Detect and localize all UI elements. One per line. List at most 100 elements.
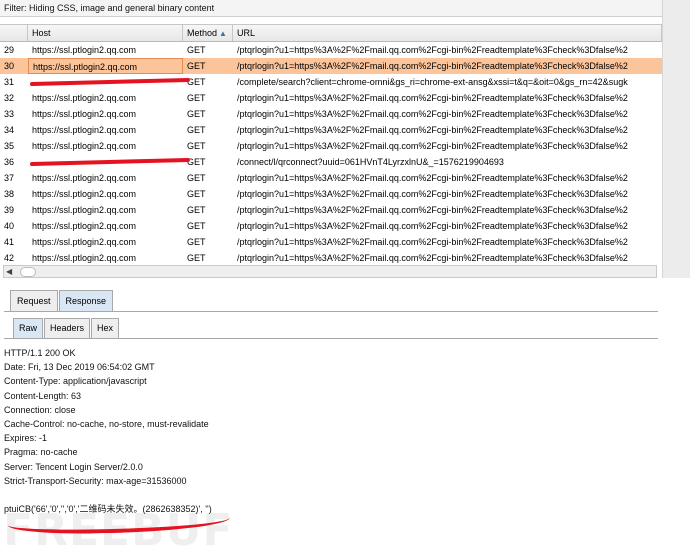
response-header-line: Cache-Control: no-cache, no-store, must-… (4, 418, 209, 429)
row-method: GET (187, 93, 206, 103)
row-host: https://ssl.ptlogin2.qq.com (32, 45, 137, 55)
row-method: GET (187, 157, 206, 167)
row-number: 29 (4, 45, 15, 55)
row-method: GET (187, 173, 206, 183)
response-header-line: Pragma: no-cache (4, 447, 78, 458)
row-host: https://ssl.ptlogin2.qq.com (32, 189, 137, 199)
row-method: GET (187, 237, 206, 247)
tab-request[interactable]: Request (10, 290, 58, 312)
row-url: /ptqrlogin?u1=https%3A%2F%2Fmail.qq.com%… (237, 93, 628, 103)
row-method: GET (187, 189, 206, 199)
response-header-line: HTTP/1.1 200 OK (4, 348, 76, 358)
row-number: 38 (4, 189, 15, 199)
row-method: GET (187, 141, 206, 151)
response-header-line: Strict-Transport-Security: max-age=31536… (4, 475, 187, 486)
table-row[interactable]: 42 https://ssl.ptlogin2.qq.com GET/ptqrlog… (0, 250, 662, 266)
filter-text: Filter: Hiding CSS, image and general bi… (4, 3, 215, 13)
row-method: GET (187, 45, 206, 55)
row-number: 40 (4, 221, 15, 231)
row-host: https://ssl.ptlogin2.qq.com (32, 221, 137, 231)
table-row[interactable]: 34 https://ssl.ptlogin2.qq.com GET/ptqrlog… (0, 122, 662, 138)
tab-hex[interactable]: Hex (91, 318, 120, 338)
sort-ascending-icon: ▲ (219, 29, 227, 38)
row-number: 36 (4, 157, 15, 167)
response-body-text: ptuiCB('66','0','','0','二维码未失效。(28626383… (4, 503, 212, 514)
column-header-host-label: Host (32, 28, 51, 38)
row-number: 34 (4, 125, 15, 135)
response-view-tabs: Raw Headers Hex (13, 318, 120, 338)
horizontal-scrollbar[interactable]: ◀ (3, 265, 657, 278)
response-header-line: Server: Tencent Login Server/2.0.0 (4, 461, 143, 472)
row-host: https://ssl.ptlogin2.qq.com (28, 58, 183, 74)
response-header-line: Connection: close (4, 404, 76, 415)
table-body: 29 https://ssl.ptlogin2.qq.com GET/ptqrlog… (0, 42, 662, 266)
row-number: 31 (4, 77, 15, 87)
row-number: 32 (4, 93, 15, 103)
column-header-host[interactable]: Host (28, 25, 183, 41)
column-header-url-label: URL (237, 28, 256, 38)
column-header-method-label: Method (187, 28, 218, 38)
row-host: https://ssl.ptlogin2.qq.com (32, 173, 137, 183)
row-method: GET (187, 77, 206, 87)
row-number: 41 (4, 237, 15, 247)
row-number: 37 (4, 173, 15, 183)
tab-divider (4, 311, 658, 312)
row-url: /complete/search?client=chrome-omni&gs_r… (237, 77, 628, 87)
row-method: GET (187, 205, 206, 215)
row-number: 42 (4, 253, 15, 263)
row-url: /ptqrlogin?u1=https%3A%2F%2Fmail.qq.com%… (237, 205, 628, 215)
table-row[interactable]: 30 https://ssl.ptlogin2.qq.com GET/ptqrlog… (0, 58, 662, 74)
row-number: 30 (4, 61, 15, 71)
table-row[interactable]: 35 https://ssl.ptlogin2.qq.com GET/ptqrlog… (0, 138, 662, 154)
row-url: /ptqrlogin?u1=https%3A%2F%2Fmail.qq.com%… (237, 61, 628, 71)
row-host: https://ssl.ptlogin2.qq.com (32, 237, 137, 247)
table-header: Host Method ▲ URL (0, 25, 662, 42)
response-header-line: Expires: -1 (4, 433, 48, 444)
row-number: 33 (4, 109, 15, 119)
scrollbar-thumb[interactable] (20, 267, 36, 277)
row-url: /ptqrlogin?u1=https%3A%2F%2Fmail.qq.com%… (237, 109, 628, 119)
row-method: GET (187, 125, 206, 135)
row-host: https://ssl.ptlogin2.qq.com (32, 125, 137, 135)
row-method: GET (187, 109, 206, 119)
row-host: https://ssl.ptlogin2.qq.com (32, 93, 137, 103)
row-host: https://ssl.ptlogin2.qq.com (32, 205, 137, 215)
row-method: GET (187, 253, 206, 263)
table-row[interactable]: 41 https://ssl.ptlogin2.qq.com GET/ptqrlog… (0, 234, 662, 250)
table-row[interactable]: 38 https://ssl.ptlogin2.qq.com GET/ptqrlog… (0, 186, 662, 202)
column-header-url[interactable]: URL (233, 25, 662, 41)
table-row[interactable]: 39 https://ssl.ptlogin2.qq.com GET/ptqrlog… (0, 202, 662, 218)
row-url: /ptqrlogin?u1=https%3A%2F%2Fmail.qq.com%… (237, 45, 628, 55)
row-url: /ptqrlogin?u1=https%3A%2F%2Fmail.qq.com%… (237, 237, 628, 247)
table-row[interactable]: 32 https://ssl.ptlogin2.qq.com GET/ptqrlog… (0, 90, 662, 106)
tab-response[interactable]: Response (58, 290, 114, 312)
table-row[interactable]: 37 https://ssl.ptlogin2.qq.com GET/ptqrlog… (0, 170, 662, 186)
left-arrow-icon[interactable]: ◀ (6, 267, 16, 277)
table-row[interactable]: 33 https://ssl.ptlogin2.qq.com GET/ptqrlog… (0, 106, 662, 122)
row-url: /connect/l/qrconnect?uuid=061HVnT4Lyrzxl… (237, 157, 504, 167)
row-host: https://ssl.ptlogin2.qq.com (32, 109, 137, 119)
row-url: /ptqrlogin?u1=https%3A%2F%2Fmail.qq.com%… (237, 141, 628, 151)
row-url: /ptqrlogin?u1=https%3A%2F%2Fmail.qq.com%… (237, 173, 628, 183)
column-header-method[interactable]: Method ▲ (183, 25, 233, 41)
row-number: 35 (4, 141, 15, 151)
tab-headers[interactable]: Headers (44, 318, 91, 338)
filter-bar[interactable]: Filter: Hiding CSS, image and general bi… (0, 0, 662, 17)
response-header-line: Content-Type: application/javascript (4, 376, 147, 387)
response-body-view[interactable]: HTTP/1.1 200 OK Date: Fri, 13 Dec 2019 0… (4, 346, 654, 516)
right-side-panel (662, 0, 690, 278)
row-url: /ptqrlogin?u1=https%3A%2F%2Fmail.qq.com%… (237, 253, 628, 263)
column-header-number[interactable] (0, 25, 28, 41)
response-header-line: Content-Length: 63 (4, 390, 82, 401)
tab-raw[interactable]: Raw (13, 318, 44, 338)
row-url: /ptqrlogin?u1=https%3A%2F%2Fmail.qq.com%… (237, 189, 628, 199)
row-number: 39 (4, 205, 15, 215)
row-host: https://ssl.ptlogin2.qq.com (32, 253, 137, 263)
response-header-line: Date: Fri, 13 Dec 2019 06:54:02 GMT (4, 362, 155, 373)
table-row[interactable]: 29 https://ssl.ptlogin2.qq.com GET/ptqrlog… (0, 42, 662, 58)
row-url: /ptqrlogin?u1=https%3A%2F%2Fmail.qq.com%… (237, 125, 628, 135)
subtab-divider (4, 338, 658, 339)
row-host: https://ssl.ptlogin2.qq.com (32, 141, 137, 151)
table-row[interactable]: 40 https://ssl.ptlogin2.qq.com GET/ptqrlog… (0, 218, 662, 234)
